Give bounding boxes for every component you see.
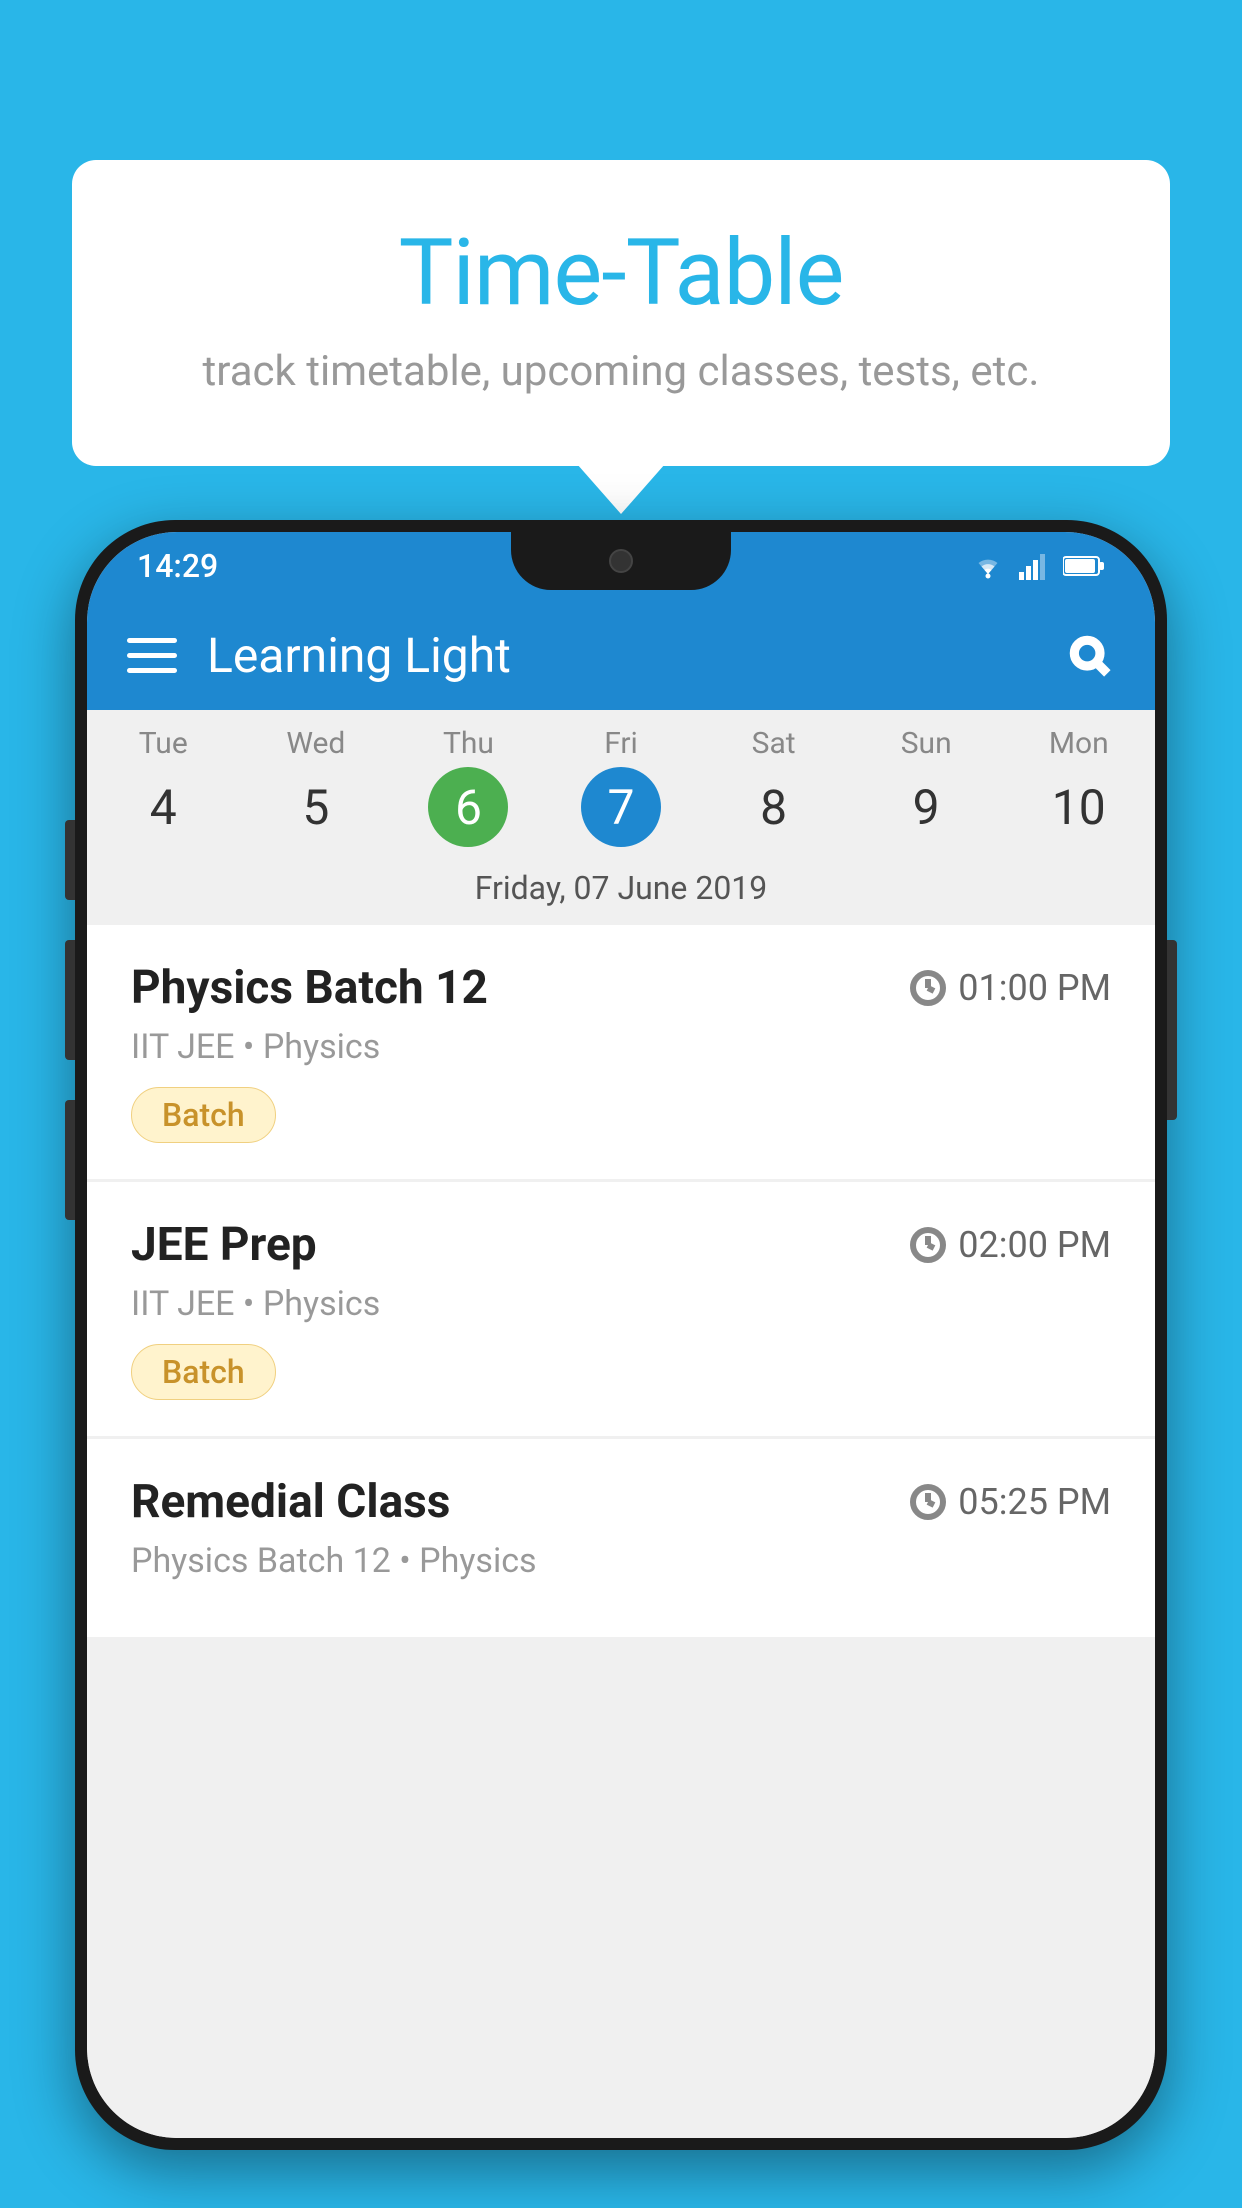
schedule-item-time-text: 05:25 PM (958, 1481, 1111, 1523)
phone-camera (609, 549, 633, 573)
app-toolbar: Learning Light (87, 600, 1155, 710)
calendar-day-tue[interactable]: Tue 4 (87, 726, 240, 853)
calendar-section: Tue 4 Wed 5 Thu 6 Fri 7 Sat 8 Sun 9 Mon 10 Friday, 07… (87, 710, 1155, 925)
schedule-item-meta: IIT JEE • Physics (131, 1027, 1111, 1067)
schedule-item-time-text: 02:00 PM (958, 1224, 1111, 1266)
schedule-item-meta: Physics Batch 12 • Physics (131, 1541, 1111, 1581)
status-icons (969, 552, 1105, 580)
day-number-label: 8 (734, 767, 814, 847)
schedule-item[interactable]: JEE Prep 02:00 PM IIT JEE • Physics Batch (87, 1182, 1155, 1436)
calendar-day-thu[interactable]: Thu 6 (392, 726, 545, 853)
power-button-left (65, 1100, 75, 1220)
calendar-day-sat[interactable]: Sat 8 (697, 726, 850, 853)
hamburger-line-1 (127, 638, 177, 643)
hamburger-line-2 (127, 653, 177, 658)
day-name-label: Thu (392, 726, 545, 761)
day-number-label: 6 (428, 767, 508, 847)
phone-notch (511, 532, 731, 590)
day-number-label: 5 (276, 767, 356, 847)
schedule-item-header: Remedial Class 05:25 PM (131, 1475, 1111, 1529)
batch-badge: Batch (131, 1087, 276, 1143)
tooltip-subtitle: track timetable, upcoming classes, tests… (152, 347, 1090, 396)
day-name-label: Wed (240, 726, 393, 761)
volume-up-button (65, 820, 75, 900)
calendar-day-wed[interactable]: Wed 5 (240, 726, 393, 853)
days-header: Tue 4 Wed 5 Thu 6 Fri 7 Sat 8 Sun 9 Mon 10 (87, 710, 1155, 859)
schedule-item[interactable]: Physics Batch 12 01:00 PM IIT JEE • Physic… (87, 925, 1155, 1179)
schedule-item-time-text: 01:00 PM (958, 967, 1111, 1009)
schedule-item-title: Remedial Class (131, 1475, 450, 1529)
day-name-label: Mon (1002, 726, 1155, 761)
day-number-label: 4 (123, 767, 203, 847)
power-button-right (1167, 940, 1177, 1120)
day-name-label: Sat (697, 726, 850, 761)
wifi-icon (969, 552, 1007, 580)
clock-icon (910, 1484, 946, 1520)
schedule-item-title: JEE Prep (131, 1218, 317, 1272)
schedule-item-title: Physics Batch 12 (131, 961, 488, 1015)
tooltip-title: Time-Table (152, 220, 1090, 327)
tooltip-card: Time-Table track timetable, upcoming cla… (72, 160, 1170, 466)
search-button[interactable] (1063, 629, 1115, 681)
day-number-label: 10 (1039, 767, 1119, 847)
day-name-label: Tue (87, 726, 240, 761)
selected-date-label: Friday, 07 June 2019 (87, 859, 1155, 925)
calendar-day-mon[interactable]: Mon 10 (1002, 726, 1155, 853)
calendar-day-fri[interactable]: Fri 7 (545, 726, 698, 853)
day-name-label: Fri (545, 726, 698, 761)
schedule-list: Physics Batch 12 01:00 PM IIT JEE • Physic… (87, 925, 1155, 2138)
day-number-label: 7 (581, 767, 661, 847)
hamburger-menu-button[interactable] (127, 638, 177, 673)
phone-screen: 14:29 (87, 532, 1155, 2138)
status-time: 14:29 (137, 547, 218, 585)
schedule-item-header: JEE Prep 02:00 PM (131, 1218, 1111, 1272)
calendar-day-sun[interactable]: Sun 9 (850, 726, 1003, 853)
day-number-label: 9 (886, 767, 966, 847)
schedule-item[interactable]: Remedial Class 05:25 PM Physics Batch 12 •… (87, 1439, 1155, 1637)
battery-icon (1063, 555, 1105, 577)
signal-icon (1019, 552, 1051, 580)
phone-container: 14:29 (75, 520, 1167, 2150)
volume-down-button (65, 940, 75, 1060)
schedule-item-time: 02:00 PM (910, 1224, 1111, 1266)
day-name-label: Sun (850, 726, 1003, 761)
clock-icon (910, 1227, 946, 1263)
schedule-item-time: 01:00 PM (910, 967, 1111, 1009)
schedule-item-meta: IIT JEE • Physics (131, 1284, 1111, 1324)
hamburger-line-3 (127, 668, 177, 673)
phone-frame: 14:29 (75, 520, 1167, 2150)
batch-badge: Batch (131, 1344, 276, 1400)
search-icon (1067, 633, 1111, 677)
schedule-item-header: Physics Batch 12 01:00 PM (131, 961, 1111, 1015)
schedule-item-time: 05:25 PM (910, 1481, 1111, 1523)
app-title: Learning Light (207, 627, 1063, 684)
clock-icon (910, 970, 946, 1006)
